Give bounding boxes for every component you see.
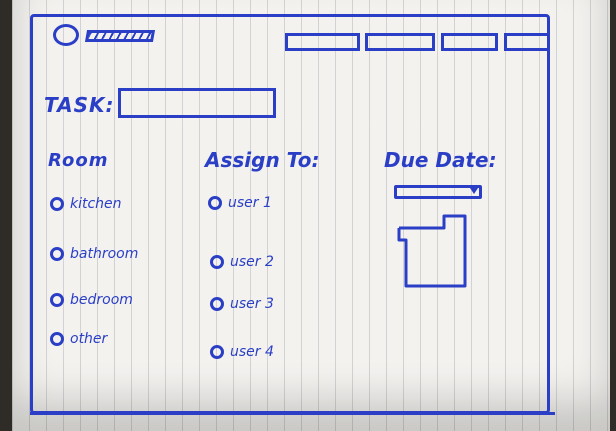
assign-option-label: user 3 bbox=[230, 296, 274, 312]
room-option-label: other bbox=[70, 331, 108, 347]
radio-icon bbox=[50, 197, 64, 211]
room-option-label: kitchen bbox=[70, 196, 122, 212]
nav-button-1[interactable] bbox=[285, 33, 360, 51]
radio-icon bbox=[210, 345, 224, 359]
room-option-label: bathroom bbox=[70, 246, 139, 262]
assign-option-user-4[interactable]: user 4 bbox=[210, 344, 274, 360]
logo-icon[interactable] bbox=[53, 24, 79, 46]
radio-icon bbox=[50, 332, 64, 346]
assign-option-user-1[interactable]: user 1 bbox=[208, 195, 272, 211]
room-option-bedroom[interactable]: bedroom bbox=[50, 292, 133, 308]
radio-icon bbox=[210, 255, 224, 269]
assign-option-user-3[interactable]: user 3 bbox=[210, 296, 274, 312]
radio-icon bbox=[50, 247, 64, 261]
calendar-icon[interactable] bbox=[396, 210, 468, 290]
app-window-frame bbox=[30, 14, 550, 414]
due-date-heading: Due Date: bbox=[384, 148, 497, 172]
room-option-other[interactable]: other bbox=[50, 331, 107, 347]
app-name-scribble bbox=[84, 30, 156, 42]
assign-option-label: user 2 bbox=[230, 254, 274, 270]
task-input[interactable] bbox=[118, 88, 276, 118]
nav-button-2[interactable] bbox=[365, 33, 435, 51]
radio-icon bbox=[210, 297, 224, 311]
assign-option-user-2[interactable]: user 2 bbox=[210, 254, 274, 270]
assign-option-label: user 4 bbox=[230, 344, 274, 360]
top-nav bbox=[285, 33, 553, 55]
assign-option-label: user 1 bbox=[228, 195, 272, 211]
due-date-dropdown[interactable] bbox=[394, 185, 482, 199]
room-heading: Room bbox=[48, 150, 109, 171]
radio-icon bbox=[208, 196, 222, 210]
chevron-down-icon bbox=[470, 188, 478, 194]
task-label: TASK: bbox=[44, 93, 115, 117]
room-option-label: bedroom bbox=[70, 292, 133, 308]
room-option-kitchen[interactable]: kitchen bbox=[50, 196, 122, 212]
nav-button-4[interactable] bbox=[504, 33, 550, 51]
radio-icon bbox=[50, 293, 64, 307]
assign-to-heading: Assign To: bbox=[205, 148, 320, 172]
room-option-bathroom[interactable]: bathroom bbox=[50, 246, 138, 262]
frame-bottom-edge bbox=[30, 412, 555, 415]
nav-button-3[interactable] bbox=[441, 33, 498, 51]
